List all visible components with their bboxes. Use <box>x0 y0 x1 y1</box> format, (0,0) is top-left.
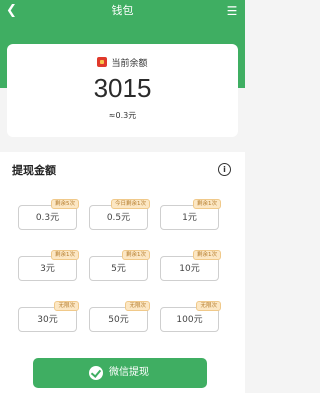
remaining-badge: 无限次 <box>54 301 79 311</box>
amount-value: 3元 <box>40 264 55 274</box>
remaining-badge: 无限次 <box>125 301 150 311</box>
balance-label-row: 当前余额 <box>7 57 238 70</box>
amount-value: 0.3元 <box>35 213 60 223</box>
amount-value: 1元 <box>182 213 197 223</box>
amount-value: 10元 <box>179 264 200 274</box>
amount-option[interactable]: 1元 剩余1次 <box>160 199 221 230</box>
balance-label: 当前余额 <box>111 59 148 69</box>
amount-option[interactable]: 10元 剩余1次 <box>160 250 221 281</box>
amount-option[interactable]: 0.3元 剩余5次 <box>18 199 79 230</box>
withdraw-button-label: 微信提现 <box>109 367 149 378</box>
amount-option[interactable]: 5元 剩余1次 <box>89 250 150 281</box>
remaining-badge: 剩余1次 <box>193 199 221 209</box>
balance-equivalent: ≈0.3元 <box>108 111 137 120</box>
info-icon[interactable]: i <box>218 163 231 176</box>
amount-value: 50元 <box>108 315 129 325</box>
wallet-page: ❮ 钱包 ☰ 当前余额 3015 ≈0.3元 提现金额 i 0.3元 剩余5次 … <box>0 0 245 393</box>
balance-card: 当前余额 3015 ≈0.3元 <box>7 44 238 137</box>
red-packet-icon <box>97 57 108 67</box>
amount-option[interactable]: 100元 无限次 <box>160 301 221 332</box>
amount-option[interactable]: 0.5元 今日剩余1次 <box>89 199 150 230</box>
wechat-withdraw-button[interactable]: 微信提现 <box>33 358 207 388</box>
amount-value: 100元 <box>176 315 203 325</box>
menu-icon[interactable]: ☰ <box>225 4 239 18</box>
section-title: 提现金额 <box>12 164 56 177</box>
amount-option[interactable]: 30元 无限次 <box>18 301 79 332</box>
amount-value: 5元 <box>111 264 126 274</box>
remaining-badge: 剩余1次 <box>193 250 221 260</box>
amount-option[interactable]: 3元 剩余1次 <box>18 250 79 281</box>
amount-option[interactable]: 50元 无限次 <box>89 301 150 332</box>
remaining-badge: 剩余1次 <box>122 250 150 260</box>
amount-value: 0.5元 <box>106 213 131 223</box>
remaining-badge: 剩余1次 <box>51 250 79 260</box>
check-circle-icon <box>89 366 103 380</box>
remaining-badge: 今日剩余1次 <box>111 199 150 209</box>
amount-value: 30元 <box>37 315 58 325</box>
remaining-badge: 无限次 <box>196 301 221 311</box>
page-title: 钱包 <box>111 4 134 17</box>
balance-amount: 3015 <box>93 73 152 103</box>
remaining-badge: 剩余5次 <box>51 199 79 209</box>
